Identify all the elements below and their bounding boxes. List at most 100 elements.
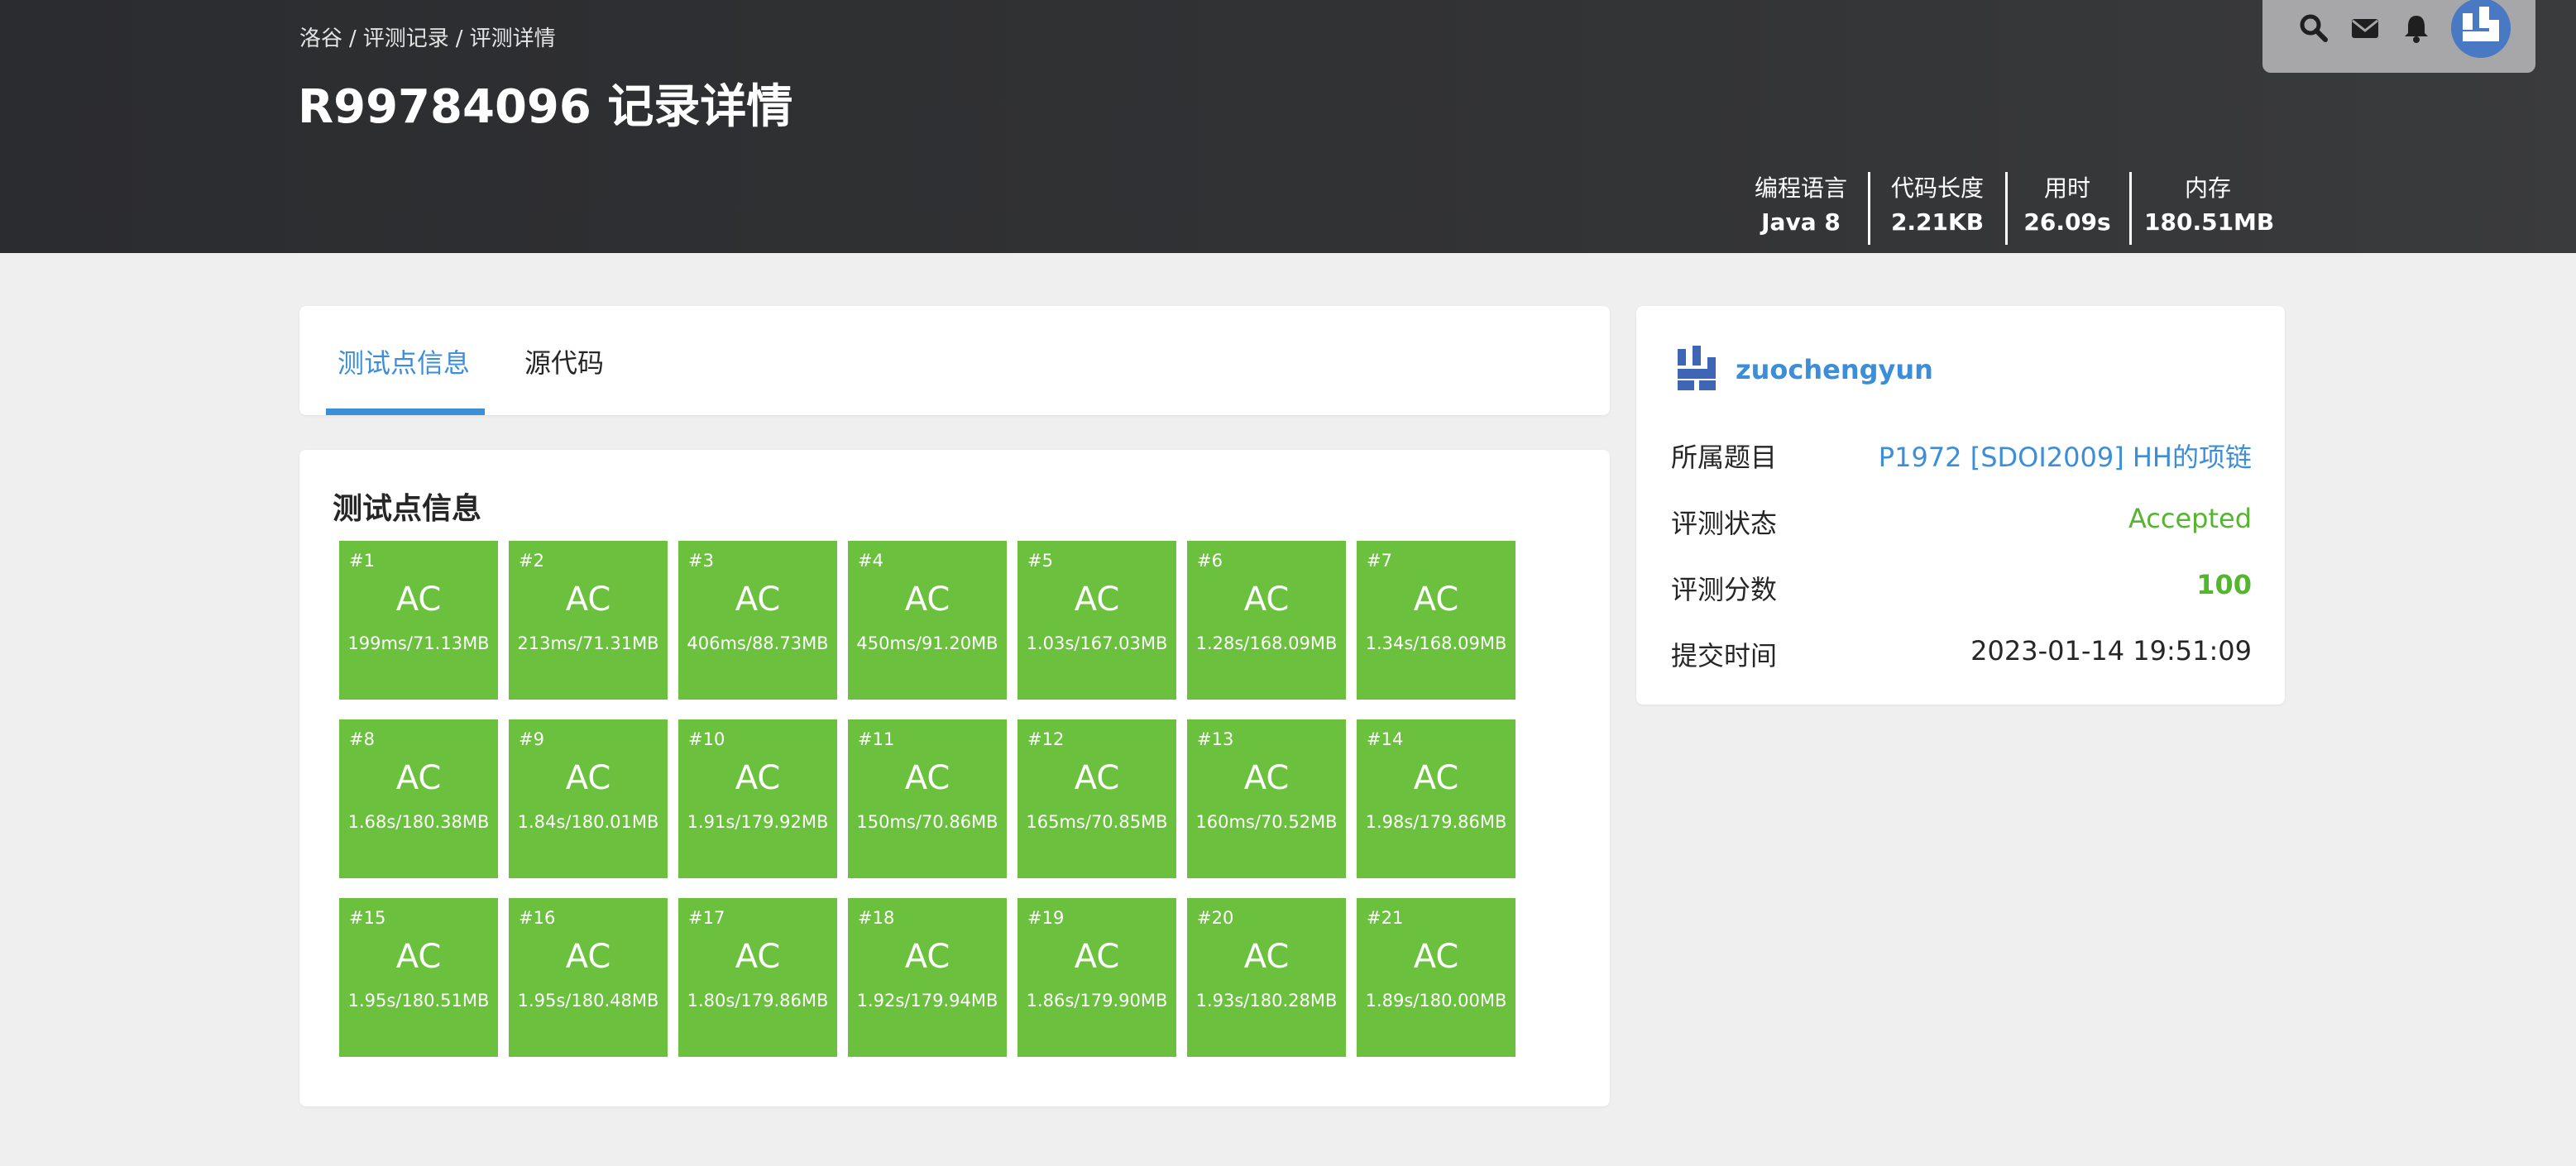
test-case-status: AC bbox=[735, 581, 781, 619]
test-case-usage: 1.91s/179.92MB bbox=[687, 812, 829, 832]
test-case-usage: 199ms/71.13MB bbox=[347, 633, 490, 653]
stat-value: Java 8 bbox=[1761, 208, 1841, 236]
active-tab-indicator bbox=[326, 409, 485, 415]
info-label: 提交时间 bbox=[1671, 640, 1778, 671]
test-case-tile[interactable]: #12 AC 165ms/70.85MB bbox=[1017, 719, 1176, 878]
breadcrumb-separator: / bbox=[455, 26, 463, 51]
test-case-tile[interactable]: #1 AC 199ms/71.13MB bbox=[339, 541, 498, 700]
test-case-id: #4 bbox=[858, 551, 883, 571]
test-case-status: AC bbox=[1413, 581, 1459, 619]
test-case-status: AC bbox=[904, 581, 950, 619]
test-case-id: #8 bbox=[349, 729, 375, 749]
test-case-status: AC bbox=[735, 938, 781, 976]
test-case-tile[interactable]: #2 AC 213ms/71.31MB bbox=[509, 541, 668, 700]
stat-divider bbox=[1868, 172, 1870, 245]
test-case-id: #9 bbox=[519, 729, 544, 749]
mail-icon[interactable] bbox=[2349, 12, 2382, 45]
test-case-usage: 1.86s/179.90MB bbox=[1026, 991, 1168, 1011]
test-case-tile[interactable]: #9 AC 1.84s/180.01MB bbox=[509, 719, 668, 878]
tabs-card: 测试点信息 源代码 bbox=[299, 306, 1610, 415]
test-case-status: AC bbox=[1413, 759, 1459, 797]
info-label: 评测分数 bbox=[1671, 574, 1778, 605]
tab-source-code[interactable]: 源代码 bbox=[524, 342, 604, 380]
breadcrumb: 洛谷 / 评测记录 / 评测详情 bbox=[299, 22, 556, 52]
test-case-tile[interactable]: #11 AC 150ms/70.86MB bbox=[848, 719, 1007, 878]
bell-icon[interactable] bbox=[2400, 12, 2433, 45]
test-case-tile[interactable]: #19 AC 1.86s/179.90MB bbox=[1017, 898, 1176, 1057]
test-case-tile[interactable]: #10 AC 1.91s/179.92MB bbox=[678, 719, 837, 878]
stat-label: 代码长度 bbox=[1890, 174, 1984, 202]
test-case-id: #17 bbox=[688, 908, 725, 928]
test-case-tile[interactable]: #4 AC 450ms/91.20MB bbox=[848, 541, 1007, 700]
test-case-usage: 450ms/91.20MB bbox=[856, 633, 998, 653]
test-case-usage: 406ms/88.73MB bbox=[687, 633, 829, 653]
user-avatar[interactable] bbox=[1671, 344, 1721, 394]
avatar[interactable] bbox=[2451, 0, 2511, 58]
section-title: 测试点信息 bbox=[333, 492, 482, 526]
info-label: 所属题目 bbox=[1671, 442, 1778, 473]
test-case-usage: 1.98s/179.86MB bbox=[1365, 812, 1507, 832]
score-value: 100 bbox=[2196, 569, 2252, 600]
page-title: R99784096 记录详情 bbox=[298, 80, 793, 134]
test-case-tile[interactable]: #5 AC 1.03s/167.03MB bbox=[1017, 541, 1176, 700]
test-case-tile[interactable]: #3 AC 406ms/88.73MB bbox=[678, 541, 837, 700]
test-cases-card: 测试点信息 #1 AC 199ms/71.13MB #2 AC 213ms/71.31MB… bbox=[299, 450, 1610, 1106]
test-case-status: AC bbox=[1074, 759, 1120, 797]
test-case-id: #20 bbox=[1197, 908, 1234, 928]
test-case-tile[interactable]: #15 AC 1.95s/180.51MB bbox=[339, 898, 498, 1057]
test-case-id: #10 bbox=[688, 729, 725, 749]
test-case-id: #19 bbox=[1027, 908, 1065, 928]
test-case-tile[interactable]: #7 AC 1.34s/168.09MB bbox=[1357, 541, 1515, 700]
test-case-tile[interactable]: #8 AC 1.68s/180.38MB bbox=[339, 719, 498, 878]
stat-value: 2.21KB bbox=[1890, 208, 1985, 236]
test-case-status: AC bbox=[565, 938, 611, 976]
test-case-id: #3 bbox=[688, 551, 714, 571]
stat-divider bbox=[2005, 172, 2008, 245]
test-case-usage: 1.28s/168.09MB bbox=[1195, 633, 1338, 653]
test-case-tile[interactable]: #20 AC 1.93s/180.28MB bbox=[1187, 898, 1346, 1057]
stat-label: 内存 bbox=[2184, 174, 2231, 202]
test-case-usage: 1.34s/168.09MB bbox=[1365, 633, 1507, 653]
test-case-usage: 1.03s/167.03MB bbox=[1026, 633, 1168, 653]
test-case-tile[interactable]: #13 AC 160ms/70.52MB bbox=[1187, 719, 1346, 878]
test-case-id: #1 bbox=[349, 551, 375, 571]
info-label: 评测状态 bbox=[1671, 508, 1778, 539]
test-case-status: AC bbox=[395, 938, 442, 976]
test-case-status: AC bbox=[395, 581, 442, 619]
info-row-score: 评测分数 100 bbox=[1671, 569, 2252, 609]
test-case-usage: 213ms/71.31MB bbox=[517, 633, 659, 653]
test-case-usage: 1.68s/180.38MB bbox=[347, 812, 490, 832]
breadcrumb-home[interactable]: 洛谷 bbox=[299, 22, 342, 52]
stat-code-length: 代码长度 2.21KB bbox=[1878, 172, 1997, 245]
test-case-id: #15 bbox=[349, 908, 386, 928]
breadcrumb-records[interactable]: 评测记录 bbox=[363, 22, 449, 52]
problem-link[interactable]: P1972 [SDOI2009] HH的项链 bbox=[1879, 437, 2252, 475]
tab-test-cases[interactable]: 测试点信息 bbox=[338, 342, 470, 380]
test-case-id: #14 bbox=[1367, 729, 1404, 749]
test-case-id: #21 bbox=[1367, 908, 1404, 928]
submit-time-value: 2023-01-14 19:51:09 bbox=[1970, 635, 2252, 667]
test-case-usage: 150ms/70.86MB bbox=[856, 812, 998, 832]
test-case-tile[interactable]: #17 AC 1.80s/179.86MB bbox=[678, 898, 837, 1057]
test-case-status: AC bbox=[1074, 581, 1120, 619]
username-link[interactable]: zuochengyun bbox=[1736, 354, 1933, 385]
test-case-id: #12 bbox=[1027, 729, 1065, 749]
test-case-tile[interactable]: #6 AC 1.28s/168.09MB bbox=[1187, 541, 1346, 700]
breadcrumb-current: 评测详情 bbox=[469, 26, 556, 51]
test-case-tile[interactable]: #16 AC 1.95s/180.48MB bbox=[509, 898, 668, 1057]
test-case-tile[interactable]: #18 AC 1.92s/179.94MB bbox=[848, 898, 1007, 1057]
stat-time: 用时 26.09s bbox=[2017, 172, 2118, 245]
test-case-status: AC bbox=[395, 759, 442, 797]
search-icon[interactable] bbox=[2297, 12, 2330, 45]
stat-value: 180.51MB bbox=[2144, 208, 2275, 236]
page-header: 洛谷 / 评测记录 / 评测详情 R99784096 记录详情 编程语言 Java 8 … bbox=[0, 0, 2576, 253]
test-case-status: AC bbox=[904, 759, 950, 797]
test-case-tile[interactable]: #21 AC 1.89s/180.00MB bbox=[1357, 898, 1515, 1057]
test-case-id: #2 bbox=[519, 551, 544, 571]
test-case-status: AC bbox=[1413, 938, 1459, 976]
test-case-usage: 1.95s/180.48MB bbox=[517, 991, 659, 1011]
test-case-status: AC bbox=[1243, 938, 1290, 976]
test-case-tile[interactable]: #14 AC 1.98s/179.86MB bbox=[1357, 719, 1515, 878]
test-case-status: AC bbox=[565, 581, 611, 619]
test-case-usage: 1.92s/179.94MB bbox=[856, 991, 998, 1011]
